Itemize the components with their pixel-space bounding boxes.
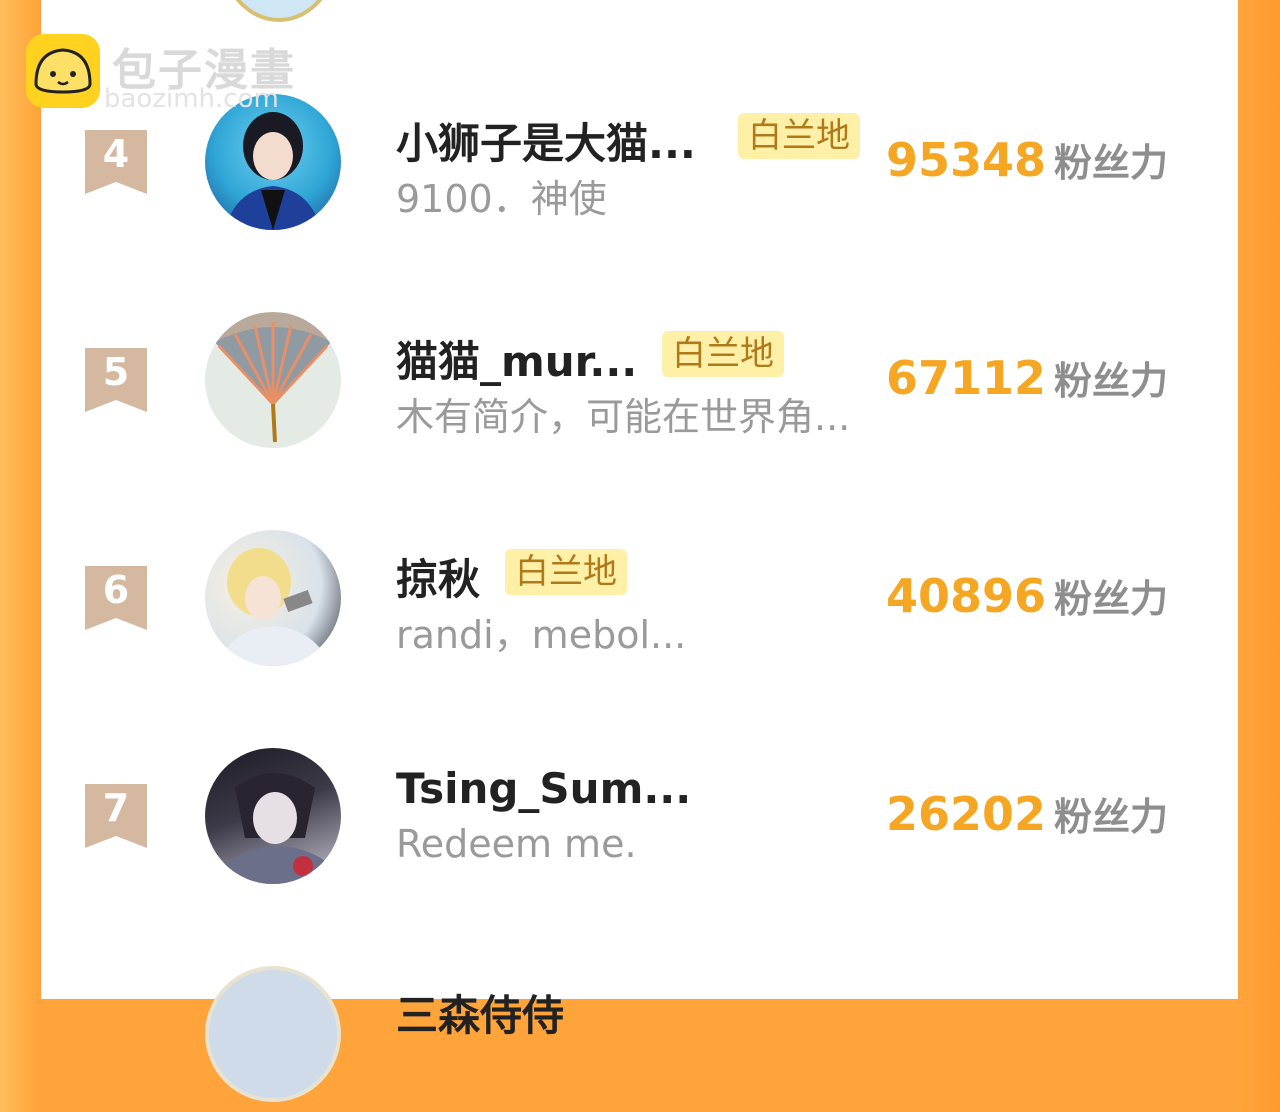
user-bio: 9100．神使 xyxy=(396,177,607,221)
fans-label: 粉丝力 xyxy=(1054,141,1169,185)
avatar[interactable] xyxy=(205,966,341,1102)
fans-power: 67112 粉丝力 xyxy=(886,350,1168,405)
avatar[interactable] xyxy=(205,530,341,666)
fans-count: 26202 xyxy=(886,787,1047,841)
user-bio: Redeem me. xyxy=(396,822,637,866)
fans-power: 95348 粉丝力 xyxy=(886,132,1168,187)
user-bio: randi，mebol... xyxy=(396,613,687,657)
avatar[interactable] xyxy=(205,312,341,448)
fans-count: 40896 xyxy=(886,569,1047,623)
avatar[interactable] xyxy=(205,748,341,884)
list-item[interactable]: 三森侍侍 xyxy=(41,952,1238,1112)
rank-badge: 4 xyxy=(85,130,147,194)
rank-badge: 7 xyxy=(85,784,147,848)
fans-power: 26202 粉丝力 xyxy=(886,786,1168,841)
rank-badge: 5 xyxy=(85,348,147,412)
fans-label: 粉丝力 xyxy=(1054,359,1169,403)
watermark: 包子漫畫 baozimh.com xyxy=(26,34,326,114)
fans-count: 95348 xyxy=(886,133,1047,187)
ranking-panel: 4 小狮子是大猫... 白兰地 9100．神使 95348 粉丝力 5 猫猫_m… xyxy=(41,0,1238,1102)
rank-number: 7 xyxy=(102,786,130,830)
user-name[interactable]: Tsing_Sum... xyxy=(396,764,691,813)
watermark-domain: baozimh.com xyxy=(104,84,279,114)
fans-count: 67112 xyxy=(886,351,1047,405)
list-item[interactable]: 5 猫猫_mur... 白兰地 木有简介，可能在世界角... 67112 粉丝力 xyxy=(41,298,1238,458)
user-name[interactable]: 三森侍侍 xyxy=(396,982,564,1043)
level-tag: 白兰地 xyxy=(505,549,627,595)
rank-number: 4 xyxy=(102,132,130,176)
fans-label: 粉丝力 xyxy=(1054,577,1169,621)
list-item[interactable]: 7 Tsing_Sum... Redeem me. 26202 粉丝力 xyxy=(41,734,1238,894)
user-name[interactable]: 掠秋 xyxy=(396,546,480,607)
rank-number: 6 xyxy=(102,568,130,612)
avatar[interactable] xyxy=(205,94,341,230)
bun-logo-icon xyxy=(26,34,100,108)
user-name[interactable]: 猫猫_mur... xyxy=(396,328,637,389)
fans-label: 粉丝力 xyxy=(1054,795,1169,839)
rank-number: 5 xyxy=(102,350,130,394)
level-tag: 白兰地 xyxy=(662,331,784,377)
avatar-partial-top[interactable] xyxy=(219,0,339,22)
user-name[interactable]: 小狮子是大猫... xyxy=(396,110,696,171)
rank-badge: 6 xyxy=(85,566,147,630)
level-tag: 白兰地 xyxy=(738,113,860,159)
fans-power: 40896 粉丝力 xyxy=(886,568,1168,623)
user-bio: 木有简介，可能在世界角... xyxy=(396,395,851,439)
list-item[interactable]: 6 掠秋 白兰地 randi，mebol... 40896 粉丝力 xyxy=(41,516,1238,676)
